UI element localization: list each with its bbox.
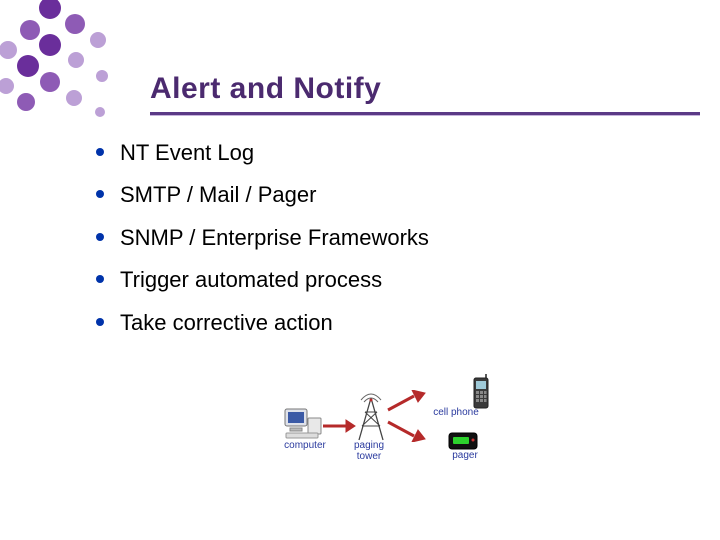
- list-item: SMTP / Mail / Pager: [90, 182, 429, 208]
- title-rule: [150, 112, 700, 116]
- tower-icon: [356, 392, 386, 447]
- diagram-label: pager: [446, 450, 484, 461]
- list-item: SNMP / Enterprise Frameworks: [90, 225, 429, 251]
- diagram-label: paging tower: [348, 440, 390, 462]
- list-item: Take corrective action: [90, 310, 429, 336]
- arrow-icon: [322, 418, 356, 439]
- bullet-list: NT Event Log SMTP / Mail / Pager SNMP / …: [90, 140, 429, 352]
- arrow-icon: [386, 418, 426, 447]
- diagram: computer paging tower cell phone pager: [280, 378, 540, 498]
- arrow-icon: [386, 390, 426, 419]
- page-title: Alert and Notify: [150, 72, 700, 106]
- diagram-label: cell phone: [428, 407, 484, 418]
- corner-decoration: [0, 0, 160, 130]
- title-block: Alert and Notify: [150, 72, 700, 116]
- diagram-label: computer: [282, 440, 328, 451]
- list-item: Trigger automated process: [90, 267, 429, 293]
- list-item: NT Event Log: [90, 140, 429, 166]
